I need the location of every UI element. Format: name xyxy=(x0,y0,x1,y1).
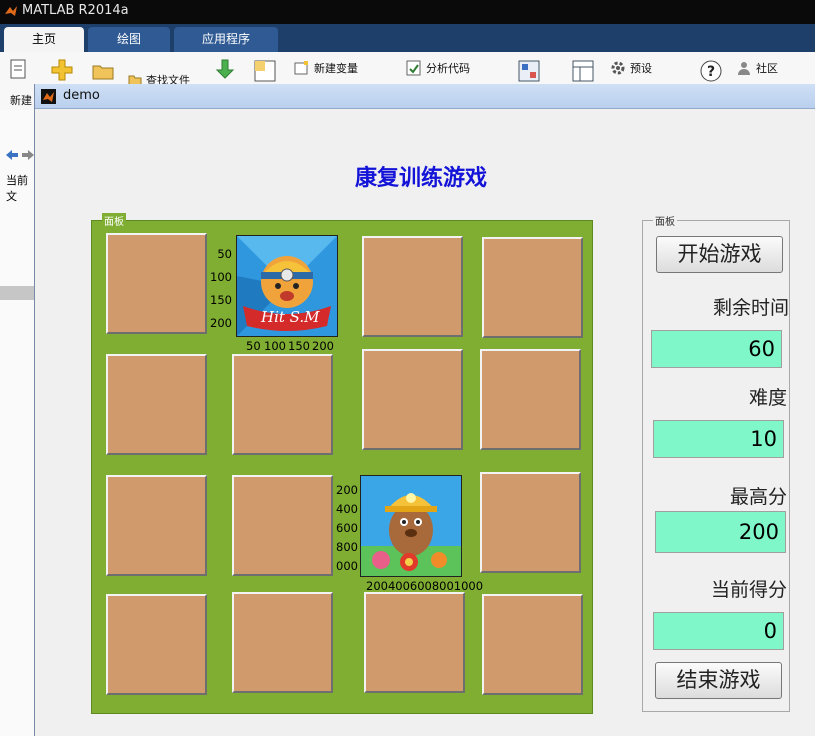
hole-tile[interactable] xyxy=(232,354,333,455)
current-folder-label: 当前文 xyxy=(6,174,28,203)
figure-logo-icon xyxy=(41,89,56,104)
game-title: 康复训练游戏 xyxy=(355,165,488,191)
time-remaining-field: 60 xyxy=(651,330,782,368)
mole-image-miner[interactable] xyxy=(360,475,462,577)
tab-plots[interactable]: 绘图 xyxy=(88,27,170,52)
mole-image-hit-sm[interactable]: Hit S.M xyxy=(236,235,338,337)
preferences-button[interactable]: 预设 xyxy=(610,58,652,78)
layout-icon[interactable] xyxy=(572,60,594,82)
hole-tile[interactable] xyxy=(362,236,463,337)
hole-tile[interactable] xyxy=(106,233,207,334)
ribbon-tab-bar: 主页 绘图 应用程序 xyxy=(0,24,815,52)
x-tick-label: 100 xyxy=(264,339,286,353)
high-score-field: 200 xyxy=(655,511,786,553)
y-tick-label: 100 xyxy=(210,270,232,284)
mole-axes-2[interactable]: 200 400 600 800 000 2004006008001000 xyxy=(332,471,484,601)
matlab-title-bar: MATLAB R2014a xyxy=(0,0,815,24)
mole-cartoon-icon: Hit S.M xyxy=(237,236,337,336)
analyze-code-icon xyxy=(406,60,421,76)
current-score-field: 0 xyxy=(653,612,784,650)
new-variable-label: 新建变量 xyxy=(314,62,358,75)
hole-tile[interactable] xyxy=(362,349,463,450)
time-remaining-label: 剩余时间 xyxy=(712,297,789,319)
analyze-code-button[interactable]: 分析代码 xyxy=(406,58,470,78)
new-variable-icon xyxy=(294,61,308,75)
simulink-icon[interactable] xyxy=(518,60,540,82)
mole-axes-1[interactable]: Hit S.M 50 100 150 200 50 100 150 200 xyxy=(202,231,362,361)
y-tick-label: 800 xyxy=(336,540,358,554)
y-tick-label: 50 xyxy=(217,247,232,261)
new-script-label-1: 新建 xyxy=(10,94,32,107)
new-script-icon xyxy=(10,59,26,79)
y-tick-label: 000 xyxy=(336,559,358,573)
hole-tile[interactable] xyxy=(482,237,583,338)
difficulty-field: 10 xyxy=(653,420,784,458)
svg-text:Hit S.M: Hit S.M xyxy=(260,308,320,326)
miner-mole-icon xyxy=(361,493,461,576)
hole-tile[interactable] xyxy=(232,592,333,693)
current-folder-panel: 当前文 xyxy=(0,110,37,736)
demo-figure-window: demo 康复训练游戏 面板 Hit S.M 50 100 150 200 50… xyxy=(34,84,815,736)
demo-title-bar: demo xyxy=(35,84,815,109)
x-tick-label: 50 xyxy=(246,339,261,353)
x-tick-label: 200 xyxy=(312,339,334,353)
hole-tile[interactable] xyxy=(106,354,207,455)
community-button[interactable]: 社区 xyxy=(736,58,778,78)
difficulty-label: 难度 xyxy=(748,387,787,409)
svg-text:?: ? xyxy=(707,64,715,80)
nav-back-forward-icon[interactable] xyxy=(4,148,36,162)
import-data-icon[interactable] xyxy=(214,58,236,82)
hole-tile[interactable] xyxy=(232,475,333,576)
selected-file-row[interactable] xyxy=(0,286,36,300)
help-icon[interactable]: ? xyxy=(700,60,722,82)
hole-tile[interactable] xyxy=(480,472,581,573)
analyze-code-label: 分析代码 xyxy=(426,62,470,75)
tab-home[interactable]: 主页 xyxy=(4,27,84,52)
board-panel-label: 面板 xyxy=(102,213,126,228)
hole-tile[interactable] xyxy=(364,592,465,693)
y-tick-label: 200 xyxy=(210,316,232,330)
community-icon xyxy=(738,62,750,75)
start-game-button[interactable]: 开始游戏 xyxy=(656,236,783,273)
matlab-logo-icon xyxy=(5,6,17,16)
control-panel: 面板 开始游戏 剩余时间 60 难度 10 最高分 200 当前得分 0 结束游… xyxy=(642,213,790,712)
hole-tile[interactable] xyxy=(106,475,207,576)
community-label: 社区 xyxy=(756,62,778,75)
x-tick-label: 150 xyxy=(288,339,310,353)
new-script-button[interactable] xyxy=(8,58,34,84)
y-tick-label: 400 xyxy=(336,502,358,516)
x-tick-label: 2004006008001000 xyxy=(366,579,484,593)
y-tick-label: 600 xyxy=(336,521,358,535)
game-board-panel: 面板 Hit S.M 50 100 150 200 50 100 150 200… xyxy=(91,213,593,714)
demo-window-title: demo xyxy=(63,88,100,103)
high-score-label: 最高分 xyxy=(729,486,787,508)
control-panel-label: 面板 xyxy=(653,213,677,228)
hole-tile[interactable] xyxy=(480,349,581,450)
y-tick-label: 200 xyxy=(336,483,358,497)
hole-tile[interactable] xyxy=(106,594,207,695)
gear-icon xyxy=(611,61,625,75)
preferences-label: 预设 xyxy=(630,62,652,75)
app-title: MATLAB R2014a xyxy=(22,3,129,18)
save-workspace-icon[interactable] xyxy=(254,60,276,82)
new-variable-button[interactable]: 新建变量 xyxy=(294,58,358,78)
end-game-button[interactable]: 结束游戏 xyxy=(655,662,782,699)
tab-apps[interactable]: 应用程序 xyxy=(174,27,278,52)
hole-tile[interactable] xyxy=(482,594,583,695)
y-tick-label: 150 xyxy=(210,293,232,307)
new-plus-icon[interactable] xyxy=(50,58,74,82)
current-score-label: 当前得分 xyxy=(710,579,787,601)
open-folder-icon[interactable] xyxy=(92,62,114,80)
